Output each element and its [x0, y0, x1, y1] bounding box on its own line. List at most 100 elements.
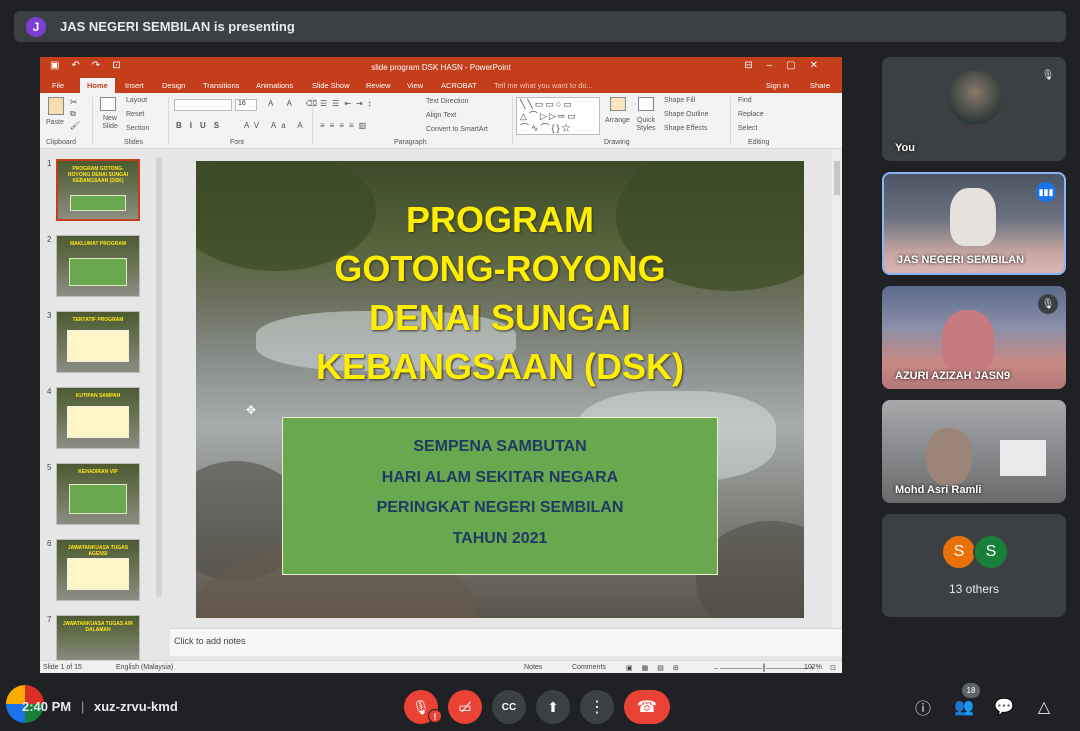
text-direction-button[interactable]: Text Direction	[426, 98, 468, 105]
format-painter-icon[interactable]: 🖌	[70, 121, 80, 130]
meeting-code[interactable]: xuz-zrvu-kmd	[94, 699, 178, 714]
fit-slide-icon[interactable]: ⊡	[830, 664, 836, 672]
zoom-level[interactable]: 102%	[804, 664, 822, 671]
participant-tile-azuri[interactable]: 🎙 AZURI AZIZAH JASN9	[882, 286, 1066, 389]
new-slide-icon[interactable]	[100, 97, 116, 111]
captions-button[interactable]: CC	[492, 690, 526, 724]
new-slide-button[interactable]: New Slide	[98, 115, 122, 131]
paste-icon[interactable]	[48, 97, 64, 115]
participant-tile-presenter[interactable]: ▮▮▮ JAS NEGERI SEMBILAN	[882, 172, 1066, 275]
font-size-buttons[interactable]: A A ⌫	[268, 99, 323, 108]
info-icon: ⓘ	[914, 701, 931, 718]
font-size-field[interactable]: 16	[235, 99, 257, 111]
sign-in-link[interactable]: Sign in	[766, 81, 789, 90]
slide-count: Slide 1 of 15	[43, 664, 82, 671]
chat-icon: 💬	[994, 699, 1014, 716]
tab-view[interactable]: View	[407, 81, 423, 90]
shapes-gallery[interactable]: ╲╲▭▭○▭ △⌒▷▷⇨▭ ⌒∿⌒{}☆	[516, 97, 600, 135]
participant-video	[942, 310, 994, 370]
zoom-slider[interactable]: – ——————┃—————— +	[714, 664, 814, 672]
tab-acrobat[interactable]: ACROBAT	[441, 81, 477, 90]
thumb-title: PROGRAM GOTONG-ROYONG DENAI SUNGAI KEBAN…	[67, 166, 128, 184]
layout-button[interactable]: Layout	[126, 97, 147, 104]
slide-thumbnail-3[interactable]: TENTATIF PROGRAM	[56, 311, 140, 373]
thumb-title: JAWATANKUASA TUGAS AGENSI	[67, 545, 129, 557]
font-name-field[interactable]	[174, 99, 232, 111]
participant-tile-mohd-asri[interactable]: Mohd Asri Ramli	[882, 400, 1066, 503]
current-slide[interactable]: PROGRAM GOTONG-ROYONG DENAI SUNGAI KEBAN…	[196, 161, 804, 618]
tell-me-search[interactable]: Tell me what you want to do...	[494, 81, 593, 90]
arrange-button[interactable]: Arrange	[605, 117, 630, 124]
tab-insert[interactable]: Insert	[125, 81, 144, 90]
paste-button[interactable]: Paste	[46, 119, 64, 126]
slide-thumbnail-2[interactable]: MAKLUMAT PROGRAM	[56, 235, 140, 297]
reset-button[interactable]: Reset	[126, 111, 144, 118]
slide-thumbnail-6[interactable]: JAWATANKUASA TUGAS AGENSI	[56, 539, 140, 601]
notes-toggle[interactable]: Notes	[524, 664, 542, 671]
shape-effects-button[interactable]: Shape Effects	[664, 125, 707, 132]
tab-design[interactable]: Design	[162, 81, 185, 90]
convert-smartart-button[interactable]: Convert to SmartArt	[426, 126, 488, 133]
find-button[interactable]: Find	[738, 97, 752, 104]
font-style-buttons[interactable]: BIUS	[176, 121, 227, 130]
camera-toggle-button[interactable]: ▭̸	[448, 690, 482, 724]
comments-toggle[interactable]: Comments	[572, 664, 606, 671]
thumbnail-scrollbar[interactable]	[156, 157, 162, 597]
other-avatar: S	[973, 534, 1009, 570]
presenting-banner: J JAS NEGERI SEMBILAN is presenting	[14, 11, 1066, 42]
tab-animations[interactable]: Animations	[256, 81, 293, 90]
slide-thumbnail-1[interactable]: PROGRAM GOTONG-ROYONG DENAI SUNGAI KEBAN…	[56, 159, 140, 221]
group-clipboard: Clipboard	[46, 139, 76, 146]
chat-button[interactable]: 💬	[992, 695, 1016, 719]
thumb-green-box	[70, 195, 126, 211]
participant-tile-you[interactable]: 🎙 You	[882, 57, 1066, 161]
scrollbar-thumb[interactable]	[834, 161, 840, 195]
tab-review[interactable]: Review	[366, 81, 391, 90]
tab-transitions[interactable]: Transitions	[203, 81, 239, 90]
window-controls[interactable]: ⊟–▢✕	[744, 60, 832, 71]
tab-home[interactable]: Home	[80, 78, 115, 93]
thumb-number: 1	[47, 159, 52, 168]
slide-thumbnail-7[interactable]: JAWATANKUASA TUGAS AIR DALAMAN	[56, 615, 140, 663]
divider	[312, 97, 313, 145]
meeting-time: 2:40 PM	[22, 699, 72, 714]
slide-scrollbar[interactable]	[832, 149, 842, 628]
other-avatar: S	[941, 534, 977, 570]
thumb-number: 3	[47, 311, 52, 320]
copy-icon[interactable]: ⧉	[70, 109, 76, 119]
shape-fill-button[interactable]: Shape Fill	[664, 97, 695, 104]
replace-button[interactable]: Replace	[738, 111, 764, 118]
font-effects-buttons[interactable]: AV Aa A	[244, 121, 308, 130]
language-status[interactable]: English (Malaysia)	[116, 664, 173, 671]
arrange-icon[interactable]	[610, 97, 626, 111]
view-buttons[interactable]: ▣▦▤⊞	[626, 664, 688, 672]
quick-styles-button[interactable]: Quick Styles	[634, 117, 658, 133]
shapes-icon: △	[1037, 699, 1051, 716]
tab-slideshow[interactable]: Slide Show	[312, 81, 350, 90]
quick-styles-icon[interactable]	[638, 97, 654, 111]
section-button[interactable]: Section	[126, 125, 149, 132]
participant-name: Mohd Asri Ramli	[895, 484, 982, 496]
slide-thumbnail-5[interactable]: KEHADIRAN VIP	[56, 463, 140, 525]
tab-file[interactable]: File	[52, 81, 64, 90]
others-tile[interactable]: S S 13 others	[882, 514, 1066, 617]
list-buttons[interactable]: ☰☰⇤⇥↕	[320, 99, 377, 108]
share-button[interactable]: Share	[810, 81, 830, 90]
cut-icon[interactable]: ✂	[70, 97, 78, 108]
slide-thumbnail-4[interactable]: KUTIPAN SAMPAH	[56, 387, 140, 449]
shape-outline-button[interactable]: Shape Outline	[664, 111, 708, 118]
notes-pane[interactable]: Click to add notes	[170, 628, 842, 656]
align-text-button[interactable]: Align Text	[426, 112, 456, 119]
select-button[interactable]: Select	[738, 125, 757, 132]
align-buttons[interactable]: ≡≡≡≡▥	[320, 121, 371, 130]
activities-button[interactable]: △	[1032, 695, 1056, 719]
group-slides: Slides	[124, 139, 144, 146]
group-drawing: Drawing	[604, 139, 630, 146]
slide-title-line: PROGRAM	[406, 199, 594, 240]
present-button[interactable]: ⬆	[536, 690, 570, 724]
leave-call-button[interactable]: ☎	[624, 690, 670, 724]
people-button[interactable]: 👥	[952, 695, 976, 719]
thumb-title: KUTIPAN SAMPAH	[75, 393, 121, 399]
meeting-info-button[interactable]: ⓘ	[911, 695, 935, 719]
more-options-button[interactable]: ⋮	[580, 690, 614, 724]
